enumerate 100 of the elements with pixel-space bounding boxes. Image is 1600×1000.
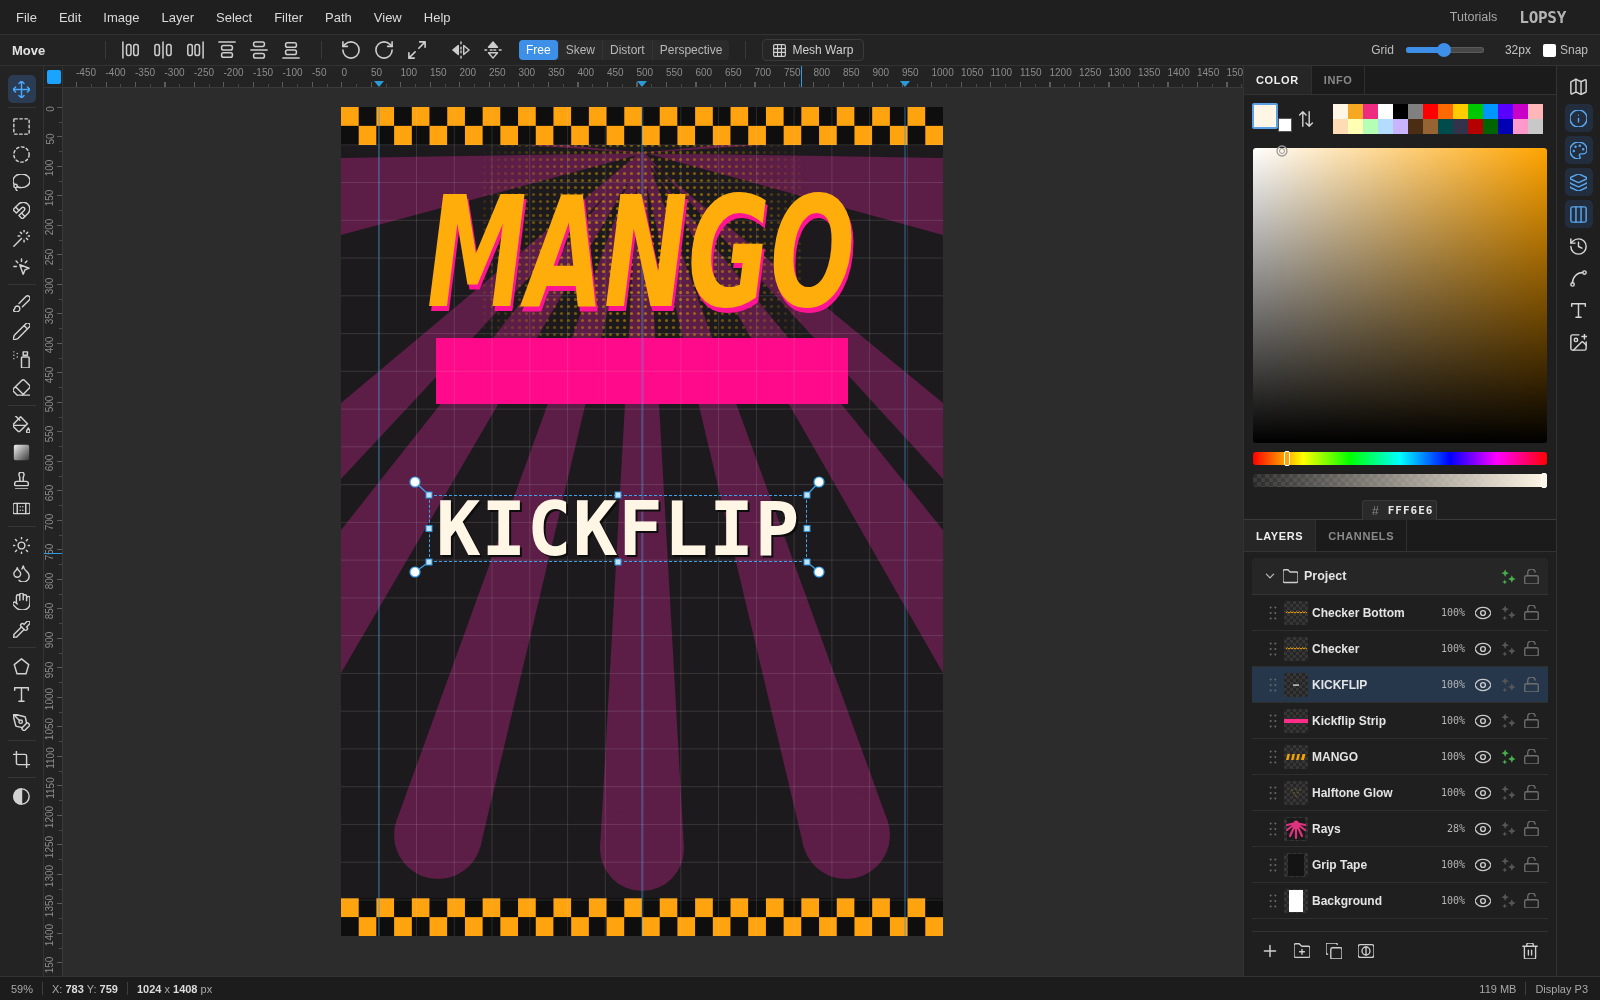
align-top-icon[interactable]: [218, 41, 236, 59]
unlock-icon[interactable]: [1524, 821, 1539, 836]
slider-thumb[interactable]: [1437, 43, 1452, 57]
layer-row[interactable]: Rays 28%: [1252, 811, 1548, 847]
swap-colors-icon[interactable]: [1298, 111, 1314, 127]
menu-item[interactable]: Image: [92, 5, 151, 29]
eye-icon[interactable]: [1475, 640, 1491, 657]
trash-icon[interactable]: [1522, 943, 1538, 959]
resize-handle[interactable]: [425, 558, 433, 566]
panel-toggle-button[interactable]: [1564, 104, 1593, 132]
picker-handle[interactable]: [1275, 145, 1288, 157]
hex-color-field[interactable]: # FFF6E6: [1362, 500, 1437, 520]
snap-checkbox[interactable]: [1542, 43, 1556, 57]
panel-toggle-button[interactable]: [1564, 136, 1593, 164]
menu-item[interactable]: Path: [314, 5, 363, 29]
saturation-brightness-field[interactable]: [1253, 148, 1547, 443]
color-swatch[interactable]: [1483, 119, 1498, 134]
drag-handle-icon[interactable]: [1269, 749, 1277, 764]
resize-handle[interactable]: [614, 558, 622, 566]
tutorials-link[interactable]: Tutorials: [1449, 6, 1498, 28]
color-swatch[interactable]: [1483, 104, 1498, 119]
color-swatch[interactable]: [1363, 104, 1378, 119]
transform-mode-tab[interactable]: Distort: [602, 40, 652, 60]
copy-icon[interactable]: [1326, 943, 1342, 959]
unlock-icon[interactable]: [1524, 568, 1539, 584]
unlock-icon[interactable]: [1524, 893, 1539, 908]
ruler-origin-icon[interactable]: [47, 69, 61, 84]
drag-handle-icon[interactable]: [1269, 893, 1277, 908]
unlock-icon[interactable]: [1524, 605, 1539, 620]
panel-tab[interactable]: COLOR: [1244, 66, 1312, 94]
foreground-color-swatch[interactable]: [1252, 103, 1278, 129]
layer-row[interactable]: Halftone Glow 100%: [1252, 775, 1548, 811]
eye-icon[interactable]: [1475, 604, 1491, 621]
layer-row[interactable]: Checker Bottom 100%: [1252, 595, 1548, 631]
panel-tab[interactable]: INFO: [1311, 66, 1366, 94]
panel-toggle-button[interactable]: [1564, 200, 1593, 228]
resize-handle[interactable]: [803, 525, 811, 532]
eye-icon[interactable]: [1475, 712, 1491, 729]
color-swatch[interactable]: [1438, 119, 1453, 134]
rotate-left-icon[interactable]: [342, 41, 360, 59]
rotate-right-icon[interactable]: [375, 41, 393, 59]
color-swatch[interactable]: [1453, 104, 1468, 119]
resize-handle[interactable]: [803, 491, 811, 499]
opacity-slider-thumb[interactable]: [1541, 473, 1547, 488]
unlock-icon[interactable]: [1524, 857, 1539, 872]
eye-icon[interactable]: [1475, 676, 1491, 693]
transform-mode-tab[interactable]: Skew: [557, 40, 603, 60]
resize-handle[interactable]: [803, 558, 811, 566]
flip-vertical-icon[interactable]: [484, 41, 502, 59]
color-swatch[interactable]: [1513, 119, 1528, 134]
flip-horizontal-icon[interactable]: [452, 41, 470, 59]
menu-item[interactable]: Filter: [263, 5, 315, 29]
drag-handle-icon[interactable]: [1269, 677, 1277, 692]
color-swatch[interactable]: [1468, 104, 1483, 119]
eye-icon[interactable]: [1475, 820, 1491, 837]
color-swatch[interactable]: [1393, 104, 1408, 119]
menu-item[interactable]: Help: [412, 5, 462, 29]
layer-row[interactable]: Background 100%: [1252, 883, 1548, 919]
background-color-swatch[interactable]: [1278, 118, 1292, 132]
align-center-icon[interactable]: [154, 41, 172, 59]
hue-slider[interactable]: [1253, 452, 1547, 465]
color-swatch[interactable]: [1528, 119, 1543, 134]
mesh-warp-button[interactable]: Mesh Warp: [762, 39, 865, 61]
menu-item[interactable]: Layer: [150, 5, 206, 29]
menu-item[interactable]: File: [5, 5, 48, 29]
menu-item[interactable]: Select: [205, 5, 264, 29]
sparkles-icon[interactable]: [1501, 568, 1516, 584]
eye-icon[interactable]: [1475, 856, 1491, 873]
color-swatch[interactable]: [1423, 119, 1438, 134]
resize-handle[interactable]: [614, 491, 622, 499]
resize-handle[interactable]: [425, 525, 433, 532]
color-swatch[interactable]: [1333, 104, 1348, 119]
drag-handle-icon[interactable]: [1269, 641, 1277, 656]
eye-icon[interactable]: [1475, 748, 1491, 765]
color-swatch[interactable]: [1348, 119, 1363, 134]
layer-row[interactable]: Kickflip Strip 100%: [1252, 703, 1548, 739]
menu-item[interactable]: Edit: [47, 5, 93, 29]
drag-handle-icon[interactable]: [1269, 713, 1277, 728]
color-swatch[interactable]: [1348, 104, 1363, 119]
panel-tab[interactable]: CHANNELS: [1316, 520, 1408, 551]
guide-line[interactable]: [641, 107, 643, 936]
color-swatch[interactable]: [1498, 119, 1513, 134]
color-swatch[interactable]: [1423, 104, 1438, 119]
drag-handle-icon[interactable]: [1269, 605, 1277, 620]
grid-size-slider[interactable]: [1405, 43, 1484, 57]
unlock-icon[interactable]: [1524, 785, 1539, 800]
menu-item[interactable]: View: [362, 5, 413, 29]
color-swatch[interactable]: [1393, 119, 1408, 134]
color-swatch[interactable]: [1528, 104, 1543, 119]
color-swatch[interactable]: [1333, 119, 1348, 134]
color-swatch[interactable]: [1453, 119, 1468, 134]
color-swatch[interactable]: [1498, 104, 1513, 119]
expand-icon[interactable]: [408, 41, 426, 59]
color-swatch[interactable]: [1513, 104, 1528, 119]
layer-row[interactable]: MANGO 100%: [1252, 739, 1548, 775]
layer-row[interactable]: Grip Tape 100%: [1252, 847, 1548, 883]
color-swatch[interactable]: [1408, 104, 1423, 119]
layer-group-row[interactable]: Project: [1252, 558, 1548, 595]
resize-handle[interactable]: [425, 491, 433, 499]
eye-icon[interactable]: [1475, 892, 1491, 909]
